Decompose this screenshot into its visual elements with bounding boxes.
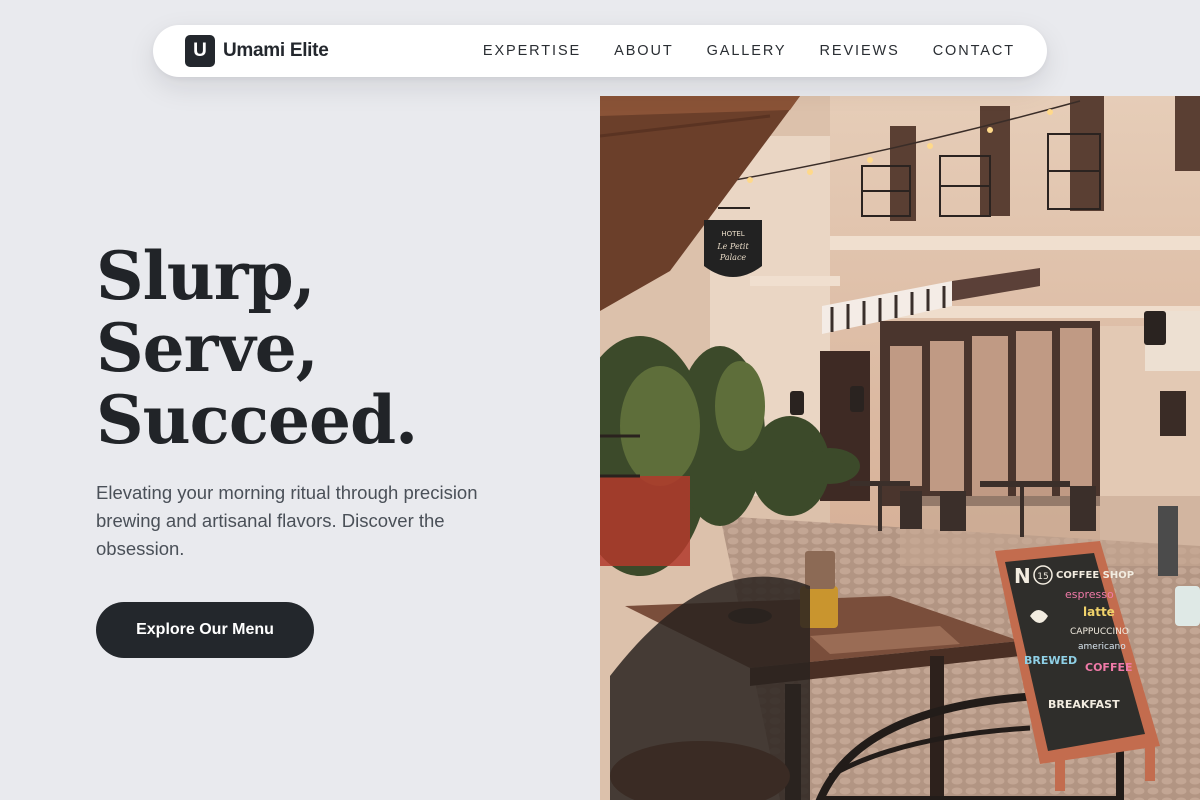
chalkboard-brewed: BREWED [1024,654,1077,667]
nav-link-expertise[interactable]: EXPERTISE [483,43,581,59]
chalkboard-coffee: COFFEE [1085,661,1132,674]
hero-headline: Slurp, Serve, Succeed. [96,237,418,459]
headline-line-1: Slurp, [96,237,316,315]
sign-name-line2: Palace [719,253,747,262]
sign-name-line1: Le Petit [716,242,749,251]
top-navigation-bar: U Umami Elite EXPERTISE ABOUT GALLERY RE… [153,25,1047,77]
nav-link-about[interactable]: ABOUT [614,43,673,59]
nav-link-gallery[interactable]: GALLERY [707,43,787,59]
headline-line-3: Succeed. [96,381,418,459]
chalkboard-americano: americano [1078,642,1126,652]
chalkboard-espresso: espresso [1065,588,1114,601]
chalkboard-coffee-shop: COFFEE SHOP [1056,570,1134,581]
chalkboard-breakfast: BREAKFAST [1048,698,1120,711]
headline-line-2: Serve, [96,309,319,387]
brand-logo-icon: U [185,35,215,67]
brand[interactable]: U Umami Elite [185,35,329,67]
nav-link-contact[interactable]: CONTACT [933,43,1015,59]
hero-cafe-photo: HOTEL Le Petit Palace N 15 COFFEE SHOP e… [600,96,1200,800]
nav-link-reviews[interactable]: REVIEWS [820,43,900,59]
explore-menu-button[interactable]: Explore Our Menu [96,602,314,658]
brand-name: Umami Elite [223,40,329,61]
chalkboard-cappuccino: CAPPUCCINO [1070,627,1129,637]
chalkboard-number-label: N [1014,564,1031,588]
nav-links: EXPERTISE ABOUT GALLERY REVIEWS CONTACT [483,43,1015,59]
chalkboard-latte: latte [1083,605,1115,619]
chalkboard-number: 15 [1037,572,1048,582]
hero-subtext: Elevating your morning ritual through pr… [96,482,478,559]
sign-hotel-text: HOTEL [721,230,744,238]
